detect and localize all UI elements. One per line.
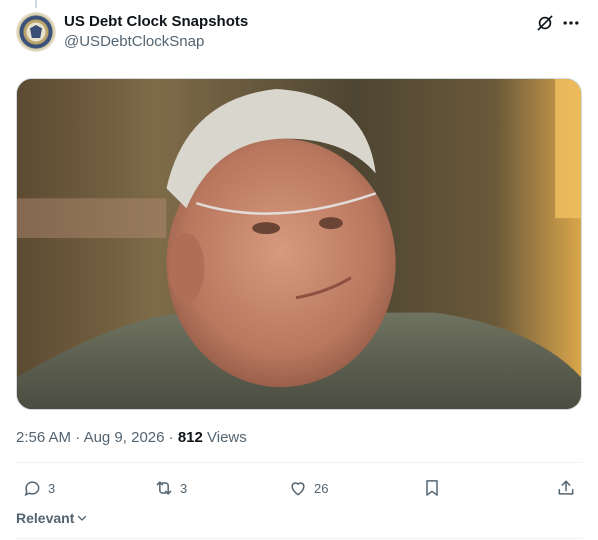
author-display-name[interactable]: US Debt Clock Snapshots [64, 12, 248, 32]
views-label: Views [207, 429, 247, 446]
repost-count: 3 [180, 480, 188, 496]
repost-icon [156, 481, 172, 495]
thread-connector-line [35, 0, 37, 8]
chevron-down-icon [78, 515, 87, 521]
photo-illustration [17, 79, 581, 409]
reply-button[interactable]: 3 [22, 476, 55, 500]
replies-sort-label: Relevant [16, 510, 75, 526]
bookmark-button[interactable] [422, 476, 442, 500]
post-time[interactable]: 2:56 AM [16, 429, 71, 446]
divider [16, 538, 582, 539]
seal-icon [30, 25, 42, 38]
meta-separator: · [75, 429, 84, 446]
more-icon[interactable] [560, 12, 582, 34]
views-count: 812 [177, 429, 203, 446]
author-info: US Debt Clock Snapshots @USDebtClockSnap [64, 12, 248, 52]
repost-button[interactable]: 3 [154, 476, 187, 500]
grok-icon[interactable] [534, 12, 556, 34]
like-icon [291, 482, 305, 496]
avatar[interactable] [16, 12, 56, 52]
post-header: US Debt Clock Snapshots @USDebtClockSnap [16, 12, 582, 56]
bookmark-icon [426, 480, 438, 496]
post-image[interactable] [16, 78, 582, 410]
author-handle[interactable]: @USDebtClockSnap [64, 32, 248, 52]
meta-separator: · [168, 429, 178, 446]
share-icon [558, 480, 574, 495]
divider [16, 462, 582, 463]
share-button[interactable] [556, 476, 576, 500]
replies-sort-dropdown[interactable]: Relevant [16, 510, 88, 526]
like-button[interactable]: 26 [288, 476, 328, 500]
reply-count: 3 [48, 480, 56, 496]
like-count: 26 [314, 480, 329, 496]
reply-icon [24, 481, 40, 496]
post-date[interactable]: Aug 9, 2026 [84, 429, 165, 446]
action-bar: 3 3 26 [16, 476, 582, 500]
post-metadata: 2:56 AM · Aug 9, 2026 · 812 Views [16, 428, 247, 448]
